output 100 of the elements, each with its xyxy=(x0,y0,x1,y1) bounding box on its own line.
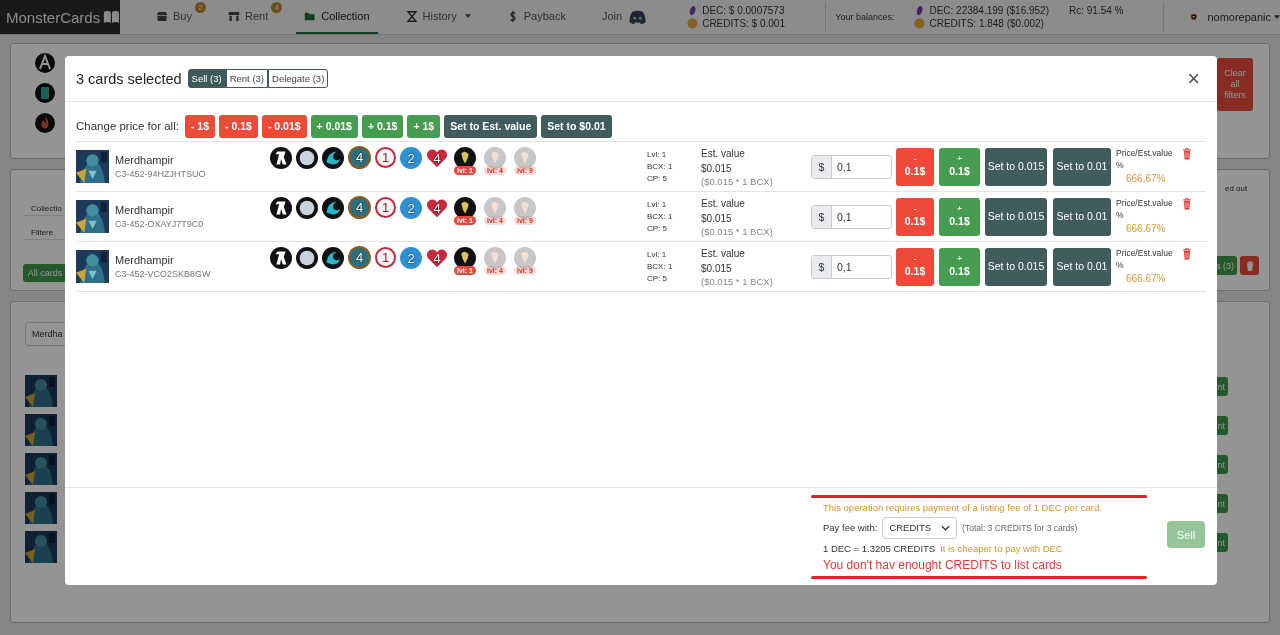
est-value-label: Est. value xyxy=(701,196,746,211)
price-button[interactable]: Set to $0.01 xyxy=(541,114,612,138)
est-value: $0.015 xyxy=(701,211,733,226)
increase-button[interactable]: + 0.1$ xyxy=(939,247,980,286)
balances-label: Your balances: xyxy=(835,12,895,22)
clear-filters-button[interactable]: Clear all filters xyxy=(1217,58,1253,111)
set-min-button[interactable]: Set to 0.01 xyxy=(1053,197,1111,236)
currency-addon: $ xyxy=(812,155,832,178)
currency-select[interactable]: CREDITS xyxy=(882,516,958,539)
card-id: C3-452-OXAYJ7T9C0 xyxy=(115,219,205,229)
caret-icon xyxy=(1274,15,1280,19)
ratio-value: 666.67% xyxy=(1125,173,1167,185)
card-name: Merdhampir xyxy=(115,254,175,266)
decrease-button[interactable]: - 0.1$ xyxy=(896,197,934,236)
close-button[interactable]: × xyxy=(1181,65,1206,92)
mode-tab[interactable]: Sell (3) xyxy=(187,69,226,88)
set-est-button[interactable]: Set to 0.015 xyxy=(985,147,1047,186)
letter-a-icon[interactable] xyxy=(35,53,55,73)
set-min-button[interactable]: Set to 0.01 xyxy=(1053,147,1111,186)
set-est-button[interactable]: Set to 0.015 xyxy=(985,247,1047,286)
ranged-stat: 1 xyxy=(375,197,396,218)
balance-amount: CREDITS: 1.848 ($0.002) xyxy=(929,18,1044,29)
card-stat: Lvl: 1 xyxy=(647,198,668,211)
token-price: DEC: $ 0.0007573 xyxy=(702,5,785,16)
set-min-button[interactable]: Set to 0.01 xyxy=(1053,247,1111,286)
card-stat: Lvl: 1 xyxy=(647,248,668,261)
est-value: $0.015 xyxy=(701,261,733,276)
card-id: C3-452-VCO2SKB8GW xyxy=(115,269,212,279)
est-formula: ($0.015 * 1 BCX) xyxy=(701,175,774,188)
set-est-button[interactable]: Set to 0.015 xyxy=(985,197,1047,236)
book-icon xyxy=(103,10,120,24)
brand-logo[interactable]: MonsterCards xyxy=(0,0,120,34)
trash-icon[interactable] xyxy=(1182,198,1192,210)
mode-tab[interactable]: Delegate (3) xyxy=(268,69,329,88)
nav-link[interactable]: History xyxy=(397,0,479,34)
price-button[interactable]: - 0.01$ xyxy=(261,114,307,138)
delete-button[interactable] xyxy=(1240,256,1259,275)
decrease-button[interactable]: - 0.1$ xyxy=(896,247,934,286)
price-button[interactable]: + 1$ xyxy=(407,114,441,138)
price-field[interactable]: $ 0,1 xyxy=(811,154,892,179)
mana-stat: 4 xyxy=(350,148,369,167)
balance-amount: DEC: 22384.199 ($16.952) xyxy=(929,5,1049,16)
currency-addon: $ xyxy=(812,205,832,228)
nav-link[interactable]: Payback xyxy=(498,0,574,34)
dec-token-icon xyxy=(914,5,926,16)
fire-icon[interactable] xyxy=(35,113,55,133)
currency-addon: $ xyxy=(812,255,832,278)
trash-icon xyxy=(1245,260,1254,271)
increase-button[interactable]: + 0.1$ xyxy=(939,147,980,186)
speed-stat: 2 xyxy=(400,197,422,219)
price-button[interactable]: + 0.01$ xyxy=(310,114,358,138)
all-cards-button[interactable]: All cards xyxy=(23,264,67,282)
mana-stat: 4 xyxy=(350,248,369,267)
join-link[interactable]: Join xyxy=(593,0,631,34)
user-menu[interactable]: nomorepanic xyxy=(1207,11,1280,23)
mana-stat: 4 xyxy=(350,198,369,217)
price-button[interactable]: - 0.1$ xyxy=(219,114,258,138)
discord-icon[interactable] xyxy=(628,9,648,25)
card-name: Merdhampir xyxy=(115,154,175,166)
increase-button[interactable]: + 0.1$ xyxy=(939,197,980,236)
card-id: C3-452-94HZJHTSUO xyxy=(115,169,207,179)
ratio-value: 666.67% xyxy=(1125,223,1167,235)
class-icon xyxy=(270,247,292,269)
column-header: ed out xyxy=(1225,184,1248,193)
trash-icon[interactable] xyxy=(1182,148,1192,160)
nav-link[interactable]: Collection xyxy=(296,0,378,34)
wave-icon xyxy=(322,147,344,169)
credits-coin-icon xyxy=(914,18,926,29)
mode-tab[interactable]: Rent (3) xyxy=(225,69,268,88)
fee-notice: This operation requires payment of a listing fee of 1 DEC per card. xyxy=(822,501,1103,513)
decrease-button[interactable]: - 0.1$ xyxy=(896,147,934,186)
health-stat: 4 xyxy=(426,147,448,169)
modal-title: 3 cards selected xyxy=(76,70,182,87)
shop-icon xyxy=(227,10,240,22)
chevron-down-icon xyxy=(941,524,951,531)
caret-icon xyxy=(464,14,471,18)
speed-stat: 2 xyxy=(400,247,422,269)
price-field[interactable]: $ 0,1 xyxy=(811,254,892,279)
health-stat: 4 xyxy=(426,247,448,269)
est-formula: ($0.015 * 1 BCX) xyxy=(701,275,774,288)
fee-hint: It is cheaper to pay with DEC xyxy=(940,542,1063,554)
token-price: CREDITS: $ 0.001 xyxy=(702,18,785,29)
ratio-label: Price/Est.value % xyxy=(1116,197,1174,221)
card-stat: CP: 5 xyxy=(647,222,668,235)
class-icon xyxy=(270,197,292,219)
price-button[interactable]: Set to Est. value xyxy=(444,114,538,138)
card-icon[interactable] xyxy=(35,83,55,103)
resource-credits: Rc: 91.54 % xyxy=(1069,5,1124,16)
card-stat: Lvl: 1 xyxy=(647,148,668,161)
hourglass-icon xyxy=(405,10,418,22)
class-icon xyxy=(270,147,292,169)
card-name: Merdhampir xyxy=(115,204,175,216)
est-formula: ($0.015 * 1 BCX) xyxy=(701,225,774,238)
trash-icon[interactable] xyxy=(1182,248,1192,260)
card-stat: CP: 5 xyxy=(647,172,668,185)
price-button[interactable]: + 0.1$ xyxy=(361,114,404,138)
price-button[interactable]: - 1$ xyxy=(184,114,215,138)
neutral-icon xyxy=(296,147,318,169)
price-field[interactable]: $ 0,1 xyxy=(811,204,892,229)
fee-total: (Total: 3 CREDITS for 3 cards) xyxy=(962,522,1078,533)
